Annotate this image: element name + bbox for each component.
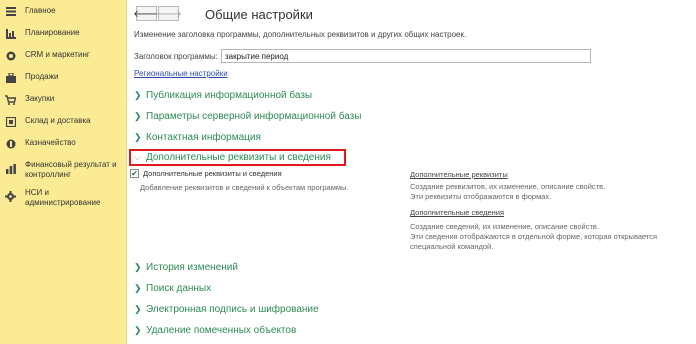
forward-arrow-icon: 🡒: [155, 8, 182, 20]
chevron-right-icon: ❯: [134, 325, 142, 335]
sidebar-item-label: Планирование: [25, 28, 80, 37]
section-label: История изменений: [146, 262, 238, 273]
link2-description: Эти сведения отображаются в отдельной фо…: [410, 232, 658, 241]
crm-icon: [5, 50, 16, 61]
section-label: Публикация информационной базы: [146, 90, 313, 101]
sidebar-item-label: Продажи: [25, 72, 59, 81]
cart-icon: [5, 94, 16, 105]
section-label: Поиск данных: [146, 283, 212, 294]
section-publication[interactable]: ❯ Публикация информационной базы: [134, 90, 312, 101]
section-delete-marked[interactable]: ❯ Удаление помеченных объектов: [134, 325, 296, 336]
sidebar-item-label: Казначейство: [25, 138, 76, 147]
header-label: Заголовок программы:: [134, 52, 218, 61]
section-label: Электронная подпись и шифрование: [146, 304, 319, 315]
chevron-right-icon: ❯: [134, 304, 142, 314]
section-change-history[interactable]: ❯ История изменений: [134, 262, 238, 273]
main-panel: 🡐 🡒 Общие настройки Изменение заголовка …: [127, 0, 696, 344]
section-server-params[interactable]: ❯ Параметры серверной информационной баз…: [134, 111, 361, 122]
additional-info-link[interactable]: Дополнительные сведения: [410, 208, 504, 217]
section-label: Удаление помеченных объектов: [146, 325, 297, 336]
chevron-down-icon: ⌵: [134, 152, 141, 162]
section-data-search[interactable]: ❯ Поиск данных: [134, 283, 211, 294]
chevron-right-icon: ❯: [134, 132, 142, 142]
checkbox-label: Дополнительные реквизиты и сведения: [143, 169, 282, 178]
chevron-right-icon: ❯: [134, 111, 142, 121]
chevron-right-icon: ❯: [134, 283, 142, 293]
chevron-right-icon: ❯: [134, 262, 142, 272]
treasury-icon: [5, 138, 16, 149]
gear-icon: [5, 191, 16, 202]
section-digital-signature[interactable]: ❯ Электронная подпись и шифрование: [134, 304, 319, 315]
section-label: Дополнительные реквизиты и сведения: [146, 152, 331, 163]
sales-icon: [5, 72, 16, 83]
forward-button[interactable]: 🡒: [155, 6, 182, 21]
checkbox-description: Добавление реквизитов и сведений к объек…: [140, 183, 349, 192]
section-contact-info[interactable]: ❯ Контактная информация: [134, 132, 261, 143]
additional-attributes-link[interactable]: Дополнительные реквизиты: [410, 170, 508, 179]
sidebar-item-label: Склад и доставка: [25, 116, 91, 125]
sidebar-item-label: Закупки: [25, 94, 55, 103]
link2-description: Создание сведений, их изменение, описани…: [410, 222, 599, 231]
section-label: Параметры серверной информационной базы: [146, 111, 362, 122]
page-description: Изменение заголовка программы, дополните…: [134, 30, 467, 39]
chevron-right-icon: ❯: [134, 90, 142, 100]
menu-icon: [5, 6, 16, 17]
back-button[interactable]: 🡐: [133, 6, 160, 21]
regional-settings-link[interactable]: Региональные настройки: [134, 69, 228, 78]
link1-description: Эти реквизиты отображаются в формах.: [410, 192, 552, 201]
section-label: Контактная информация: [146, 132, 261, 143]
chart-icon: [5, 163, 16, 174]
page-title: Общие настройки: [205, 7, 313, 22]
sidebar: Главное Планирование CRM и маркетинг Про…: [0, 0, 127, 344]
sidebar-item-label: CRM и маркетинг: [25, 50, 90, 59]
program-title-input[interactable]: [221, 49, 591, 63]
planning-icon: [5, 28, 16, 39]
additional-attributes-checkbox[interactable]: ✔: [130, 169, 139, 178]
warehouse-icon: [5, 116, 16, 127]
sidebar-item-label: Главное: [25, 6, 56, 15]
sidebar-item-label: НСИ и администрирование: [25, 188, 101, 207]
section-additional-attributes[interactable]: ⌵ Дополнительные реквизиты и сведения: [134, 152, 331, 163]
link1-description: Создание реквизитов, их изменение, описа…: [410, 182, 606, 191]
sidebar-item-label: Финансовый результат и контроллинг: [25, 160, 117, 179]
link2-description: специальной командой.: [410, 242, 494, 251]
